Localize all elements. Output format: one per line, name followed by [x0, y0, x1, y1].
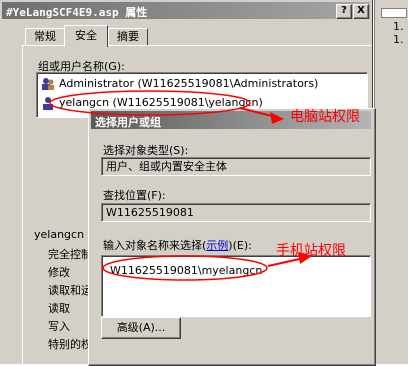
- annotation-arrow-pc-head: [270, 112, 284, 124]
- annotation-phone-text: 手机站权限: [276, 243, 346, 259]
- annotation-ellipse-user: [49, 90, 251, 116]
- annotation-ellipse-input: [102, 255, 268, 281]
- annotation-pc-text: 电脑站权限: [290, 109, 360, 125]
- annotation-overlay: [49, 90, 312, 281]
